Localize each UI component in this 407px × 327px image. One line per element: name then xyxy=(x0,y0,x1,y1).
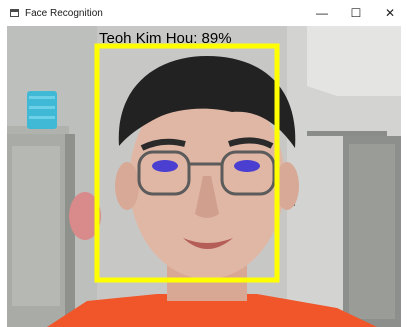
minimize-button[interactable]: — xyxy=(305,0,339,26)
maximize-button[interactable]: ☐ xyxy=(339,0,373,26)
window-controls: — ☐ ✕ xyxy=(305,0,407,26)
title-bar[interactable]: Face Recognition — ☐ ✕ xyxy=(0,0,407,26)
camera-feed: Teoh Kim Hou: 89% xyxy=(7,26,401,327)
face-bounding-box xyxy=(94,43,280,283)
face-recognition-window: Face Recognition — ☐ ✕ Teoh Kim Hou: 89% xyxy=(0,0,407,327)
window-icon xyxy=(10,9,19,17)
close-button[interactable]: ✕ xyxy=(373,0,407,26)
face-detection-rect xyxy=(94,43,280,283)
window-title: Face Recognition xyxy=(25,7,103,19)
face-label: Teoh Kim Hou: 89% xyxy=(99,30,232,47)
